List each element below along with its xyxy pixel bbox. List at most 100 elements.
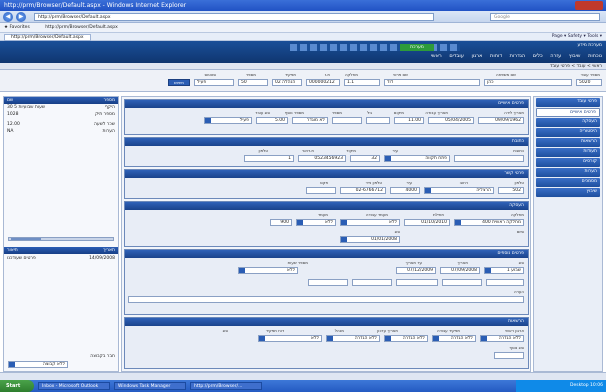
field-label: תאריך — [457, 260, 468, 265]
id-field[interactable]: 000000212 — [306, 79, 340, 86]
address-field[interactable] — [454, 155, 524, 162]
department-dropdown[interactable]: מחלקה ראשית 400 — [454, 219, 524, 226]
list-item: 30 שעות שבועיות 5 היקף — [7, 105, 115, 110]
work-status-dropdown[interactable]: ללא — [340, 219, 400, 226]
birth-date-field[interactable]: 09/09/1962 — [478, 117, 524, 124]
menu-item[interactable]: ראשי — [431, 53, 442, 59]
manager-dropdown[interactable]: ללא הגדרה — [326, 335, 380, 342]
filter-bar: מספר עובד 5020 שם משפחה כהן שם פרטי דוד … — [0, 70, 606, 92]
po-box-field[interactable]: 0523456923 — [298, 155, 346, 162]
field-label: טלפון — [514, 180, 524, 185]
update-date-dropdown[interactable]: ללא הגדרה — [384, 335, 428, 342]
extra-field-4[interactable] — [352, 279, 392, 286]
horizontal-scrollbar[interactable] — [8, 237, 114, 241]
search-button[interactable]: חיפוש — [168, 79, 190, 86]
work-date-field[interactable]: 05/04/2005 — [428, 117, 474, 124]
window-controls[interactable] — [575, 1, 603, 10]
note-field[interactable] — [128, 296, 524, 303]
nav-item[interactable]: הרשאות — [536, 138, 600, 147]
employee-type-dropdown[interactable]: פעיל — [204, 117, 252, 124]
nav-item[interactable]: תעודות — [536, 148, 600, 157]
taskbar-item[interactable]: Inbox - Microsoft Outlook — [38, 382, 110, 390]
start-date-field[interactable]: 01/10/2010 — [404, 219, 450, 226]
nav-item[interactable]: הערות — [536, 168, 600, 177]
field-label: סוג נוסף — [509, 345, 524, 350]
fax-field[interactable] — [306, 187, 336, 194]
from-date-field[interactable]: 07/09/2008 — [440, 267, 480, 274]
department-field[interactable]: 1.1 — [344, 79, 380, 86]
type-dropdown[interactable]: 1 שבוע — [484, 267, 524, 274]
field-label: כתובת — [513, 148, 524, 153]
menu-item[interactable]: הגדרות — [510, 53, 526, 59]
browser-tab[interactable]: http://prm/Browser/Default.aspx — [4, 34, 91, 41]
job-dropdown[interactable]: ללא הגדרה — [432, 335, 476, 342]
nav-item-selected[interactable]: פרטים אישיים — [536, 108, 600, 117]
status-dropdown[interactable]: ללא — [296, 219, 336, 226]
extra-field-3[interactable] — [396, 279, 438, 286]
phone-field[interactable]: 1 — [244, 155, 294, 162]
employee-number-field[interactable]: 5020 — [576, 79, 602, 86]
street-dropdown[interactable]: הרצליה — [424, 187, 494, 194]
report-dropdown[interactable]: ללא — [258, 335, 322, 342]
field-label: מספר נוסף — [284, 110, 304, 115]
extra-field-1[interactable] — [486, 279, 524, 286]
taskbar-item[interactable]: Windows Task Manager — [114, 382, 186, 390]
breadcrumb: ראשי > עובד > פרטי עובד — [0, 63, 606, 70]
command-bar[interactable]: Page ▾ Safety ▾ Tools ▾ — [552, 34, 602, 39]
menu-item[interactable]: שיבוץ — [569, 53, 581, 59]
section-title: העסקה — [125, 202, 528, 210]
status-field[interactable]: פעיל — [194, 79, 234, 86]
history-row[interactable]: פרטים שעודכנו 14/09/2008 — [4, 255, 118, 262]
nav-item[interactable]: היסטוריה — [536, 128, 600, 137]
role-field[interactable]: הנהלה 02 — [272, 79, 302, 86]
favorites-label[interactable]: Favorites — [9, 25, 29, 30]
number-field[interactable] — [332, 117, 362, 124]
contact-phone-field[interactable]: 502 — [498, 187, 524, 194]
age-field[interactable] — [366, 117, 390, 124]
search-input[interactable]: Google — [490, 13, 600, 21]
hours-field[interactable]: 5.00 — [256, 117, 288, 124]
favorites-item[interactable]: http://prm/Browser/Default.aspx — [45, 25, 118, 30]
city-field[interactable]: 4000 — [390, 187, 420, 194]
nav-item[interactable]: מסמכים — [536, 178, 600, 187]
section-employment: העסקה מחלקה מחלקה ראשית 400 תחילת 01/10/… — [124, 201, 529, 247]
city-dropdown[interactable]: פתח תקווה — [384, 155, 450, 162]
first-name-field[interactable]: דוד — [384, 79, 480, 86]
back-icon[interactable]: ◀ — [3, 12, 13, 22]
menu-item[interactable]: עזרה — [550, 53, 561, 59]
hours-dropdown[interactable]: ללא — [238, 267, 298, 274]
address-bar: ◀ ▶ http://prm/Browser/Default.aspx Goog… — [0, 11, 606, 23]
nav-item[interactable]: העסקה — [536, 118, 600, 127]
section-title: פרטים אישיים — [125, 100, 528, 108]
end-date-dropdown[interactable]: 01/01/2008 — [340, 236, 400, 243]
field-label: תפקיד עבודה — [436, 328, 460, 333]
start-button[interactable]: Start — [0, 380, 34, 392]
zip-field[interactable]: 32 — [350, 155, 380, 162]
group-dropdown[interactable]: ללא קבוצה — [8, 361, 68, 368]
org-dropdown[interactable]: ללא הגדרה — [480, 335, 524, 342]
forward-icon[interactable]: ▶ — [16, 12, 26, 22]
to-date-field[interactable]: 07/12/2009 — [396, 267, 436, 274]
nav-item[interactable]: שיבוץ — [536, 188, 600, 197]
toolbar-icons[interactable] — [290, 44, 460, 51]
filter-label: מספר — [245, 72, 256, 77]
nav-item[interactable]: קורסים — [536, 158, 600, 167]
url-input[interactable]: http://prm/Browser/Default.aspx — [34, 13, 434, 21]
field-label: מיקום — [393, 110, 404, 115]
menu-item[interactable]: נוכחות — [588, 53, 602, 59]
extra-field-5[interactable] — [308, 279, 348, 286]
extra-type-field[interactable] — [494, 352, 524, 359]
number-field[interactable]: 50 — [238, 79, 268, 86]
taskbar-item[interactable]: http://prm/Browser/... — [190, 382, 262, 390]
location-field[interactable]: 11.00 — [394, 117, 424, 124]
menu-item[interactable]: ארגון — [472, 53, 483, 59]
mobile-field[interactable]: 02-6766712 — [340, 187, 386, 194]
last-name-field[interactable]: כהן — [484, 79, 572, 86]
menu-item[interactable]: דוחות — [490, 53, 502, 59]
menu-item[interactable]: עובדים — [449, 53, 464, 59]
extra-field-2[interactable] — [442, 279, 482, 286]
nav-item[interactable]: פרטי עובד — [536, 98, 600, 107]
extra-number-field[interactable]: לא מוגדר — [292, 117, 328, 124]
salary-field[interactable]: 900 — [270, 219, 292, 226]
menu-item[interactable]: כלים — [533, 53, 543, 59]
